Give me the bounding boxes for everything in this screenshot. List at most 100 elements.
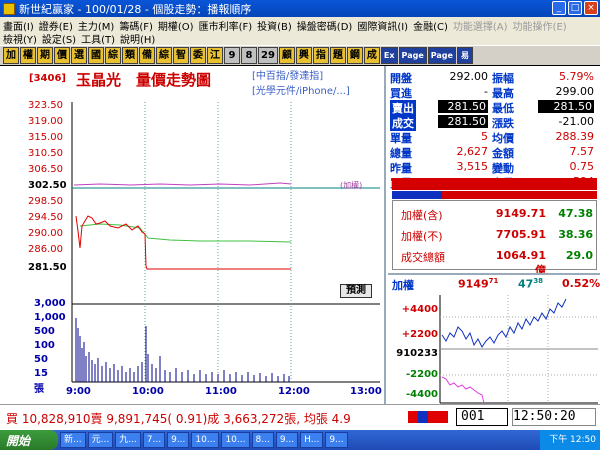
menu-item[interactable]: 金融(C) [413, 18, 448, 33]
mini-axis-label: +2200 [401, 329, 438, 340]
close-button[interactable]: × [584, 1, 598, 15]
toolbar-button[interactable]: 綜 [105, 47, 121, 64]
price-label: 323.50 [28, 100, 63, 111]
toolbar-button[interactable]: 指 [312, 47, 329, 64]
price-label: 302.50 [28, 180, 67, 191]
quote-value: 281.50 [438, 115, 488, 128]
quote-value: -21.00 [558, 115, 594, 128]
menu-item[interactable]: 操盤密碼(D) [297, 18, 353, 33]
mini-svg [439, 295, 598, 404]
toolbar-button[interactable]: 8 [241, 47, 257, 64]
taskbar-task[interactable]: 10... [191, 432, 220, 448]
price-label: 298.50 [28, 196, 63, 207]
menu-item[interactable]: 設定(S) [42, 31, 76, 46]
toolbar-button[interactable]: Page [398, 47, 427, 64]
price-label: 281.50 [28, 262, 67, 273]
mini-axis-label: 910233 [396, 348, 438, 359]
index-row: 加權(不) 7705.91 38.36 [393, 228, 598, 246]
taskbar-task[interactable]: 九... [115, 432, 141, 448]
code-input[interactable]: 001 [456, 408, 508, 426]
taskbar-task[interactable]: 9... [167, 432, 190, 448]
menu-item[interactable]: 功能選擇(A) [453, 18, 508, 33]
quote-label: 最高 [492, 87, 514, 100]
quote-label: 賣出 [390, 100, 416, 116]
index-mini-chart: 加權 914971 4738 0.52% +4400 +2200 910233 -22… [388, 273, 600, 404]
taskbar-task[interactable]: 8... [251, 432, 274, 448]
toolbar-button[interactable]: 價 [54, 47, 70, 64]
quote-label: 總量 [390, 147, 412, 160]
index-change: 47.38 [558, 207, 593, 220]
price-line [75, 215, 291, 270]
forecast-button[interactable]: 預測 [340, 284, 372, 298]
menu-row-2: 檢視(Y) 設定(S) 工具(T) 說明(H) [3, 31, 155, 46]
taskbar-task[interactable]: 9... [325, 432, 348, 448]
quote-label: 開盤 [390, 72, 412, 85]
tag-industry[interactable]: [光學元件/iPhone/...] [252, 84, 350, 99]
taskbar-task[interactable]: 9... [275, 432, 299, 448]
toolbar-button[interactable]: 興 [295, 47, 312, 64]
maximize-button[interactable]: □ [568, 1, 582, 15]
tag-index[interactable]: [中百指/發達指] [252, 69, 350, 84]
index-label: 加權(含) [401, 209, 443, 222]
menu-item[interactable]: 期權(O) [158, 18, 194, 33]
price-label: 315.00 [28, 132, 63, 143]
toolbar-button[interactable]: 顧 [278, 47, 295, 64]
volume-label: 500 [34, 326, 55, 337]
quote-label: 漲跌 [492, 117, 514, 130]
minimize-button[interactable]: _ [552, 1, 566, 15]
time-label: 11:00 [205, 386, 237, 397]
menu-item[interactable]: 功能操作(E) [513, 18, 567, 33]
index-row: 成交總額 1064.91億 29.0 [393, 249, 598, 277]
toolbar-button[interactable]: 智 [173, 47, 189, 64]
time-label: 12:00 [278, 386, 310, 397]
toolbar-button[interactable]: 綜 [156, 47, 172, 64]
taskbar-task[interactable]: H... [300, 432, 324, 448]
taskbar-task[interactable]: 7... [142, 432, 166, 448]
menu-item[interactable]: 投資(B) [257, 18, 292, 33]
toolbar-button[interactable]: 江 [207, 47, 223, 64]
quote-value: - [484, 85, 488, 98]
taskbar-task[interactable]: 10... [221, 432, 250, 448]
buy-sell-bar [392, 178, 597, 190]
index-change: 38.36 [558, 228, 593, 241]
quote-value: 292.00 [449, 70, 489, 83]
window-titlebar: 新世紀贏家 - 100/01/28 - 個股走勢：播報順序 _ □ × [0, 0, 600, 17]
toolbar-button[interactable]: 權 [20, 47, 36, 64]
toolbar-button[interactable]: Page [427, 47, 456, 64]
category-tags: [中百指/發達指] [光學元件/iPhone/...] [252, 69, 350, 99]
menu-item[interactable]: 檢視(Y) [3, 31, 37, 46]
toolbar-button[interactable]: 題 [329, 47, 346, 64]
windows-taskbar: 開始 新... 元... 九... 7... 9... 10... 10... 8... 9..… [0, 430, 600, 450]
quote-label: 昨量 [390, 162, 412, 175]
taskbar-task[interactable]: 新... [60, 432, 86, 448]
taskbar-task[interactable]: 元... [87, 432, 114, 448]
toolbar-button[interactable]: 類 [122, 47, 138, 64]
menu-item[interactable]: 說明(H) [120, 31, 155, 46]
mini-axis-label: -2200 [406, 369, 438, 380]
menu-item[interactable]: 國際資訊(I) [357, 18, 408, 33]
menu-item[interactable]: 工具(T) [81, 31, 115, 46]
quote-value: 7.57 [569, 145, 595, 158]
toolbar-button[interactable]: 鋼 [346, 47, 363, 64]
quote-row: 開盤 292.00 振幅 5.79% [388, 70, 600, 86]
mini-axis-label: -4400 [406, 389, 438, 400]
toolbar-button[interactable]: 備 [139, 47, 155, 64]
toolbar-button[interactable]: 易 [456, 47, 473, 64]
toolbar-button[interactable]: 委 [190, 47, 206, 64]
volume-label: 1,000 [34, 312, 66, 323]
menu-item[interactable]: 匯市利率(F) [199, 18, 253, 33]
quote-label: 金額 [492, 147, 514, 160]
start-button[interactable]: 開始 [0, 430, 58, 450]
toolbar-button[interactable]: 成 [363, 47, 380, 64]
volume-label: 100 [34, 340, 55, 351]
menubar: 畫面(I) 證券(E) 主力(M) 籌碼(F) 期權(O) 匯市利率(F) 投資(B) 操盤密… [0, 17, 600, 46]
app-icon [3, 2, 15, 15]
toolbar-button[interactable]: 加 [3, 47, 19, 64]
toolbar-button[interactable]: 選 [71, 47, 87, 64]
toolbar-button[interactable]: 29 [258, 47, 278, 64]
toolbar-button[interactable]: 9 [224, 47, 240, 64]
toolbar-button[interactable]: 國 [88, 47, 104, 64]
toolbar-button[interactable]: Ex [380, 47, 398, 64]
quote-row: 單量 5 均價 288.39 [388, 130, 600, 146]
toolbar-button[interactable]: 期 [37, 47, 53, 64]
